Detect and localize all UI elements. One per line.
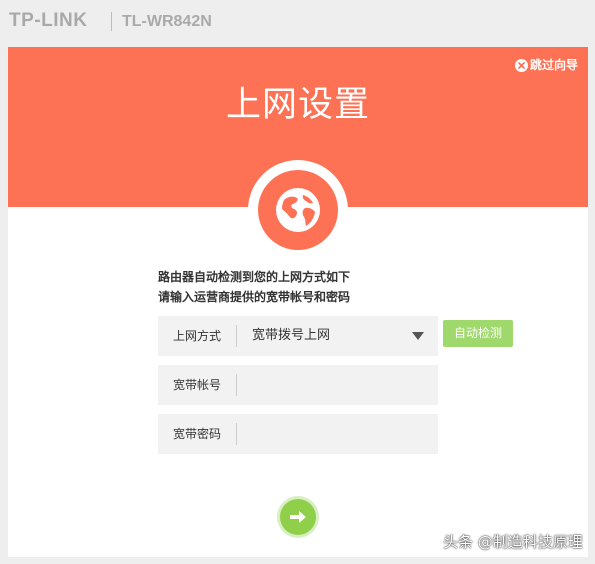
connection-type-label: 上网方式: [172, 329, 221, 343]
intro-line-2: 请输入运营商提供的宽带帐号和密码: [158, 290, 351, 304]
brand-logo: TP-LINK: [9, 10, 88, 31]
globe-icon: [276, 188, 320, 232]
top-bar: TP-LINK TL-WR842N: [0, 0, 595, 44]
skip-wizard-label: 跳过向导: [529, 58, 578, 72]
password-label: 宽带密码: [172, 427, 221, 441]
skip-wizard-link[interactable]: 跳过向导: [514, 58, 578, 72]
auto-detect-button[interactable]: 自动检测: [443, 320, 513, 347]
intro-line-1: 路由器自动检测到您的上网方式如下: [158, 270, 351, 284]
connection-type-value: 宽带拨号上网: [252, 328, 331, 343]
dropdown-arrow-icon[interactable]: [412, 332, 424, 340]
connection-type-select[interactable]: 上网方式 宽带拨号上网: [158, 316, 438, 356]
field-divider: [236, 423, 237, 445]
next-button[interactable]: [280, 499, 316, 535]
brand-separator: [111, 12, 112, 31]
account-field: 宽带帐号: [158, 365, 438, 405]
globe-badge: [248, 160, 348, 260]
intro-text: 路由器自动检测到您的上网方式如下 请输入运营商提供的宽带帐号和密码: [158, 267, 350, 307]
password-field: 宽带密码: [158, 414, 438, 454]
account-input[interactable]: [238, 367, 438, 405]
setup-card: 跳过向导 上网设置 路由器自动检测到您的上网方式如下 请输入运营商提供的宽带帐号…: [8, 47, 588, 557]
arrow-right-icon: [290, 511, 306, 523]
field-divider: [236, 374, 237, 396]
watermark: 头条 @制造科技原理: [443, 533, 583, 551]
account-label: 宽带帐号: [172, 378, 221, 392]
globe-badge-inner: [258, 170, 338, 250]
page-title: 上网设置: [225, 85, 370, 125]
close-circle-icon: [514, 58, 528, 72]
model-name: TL-WR842N: [122, 13, 212, 30]
password-input[interactable]: [238, 416, 438, 454]
field-divider: [236, 325, 237, 347]
